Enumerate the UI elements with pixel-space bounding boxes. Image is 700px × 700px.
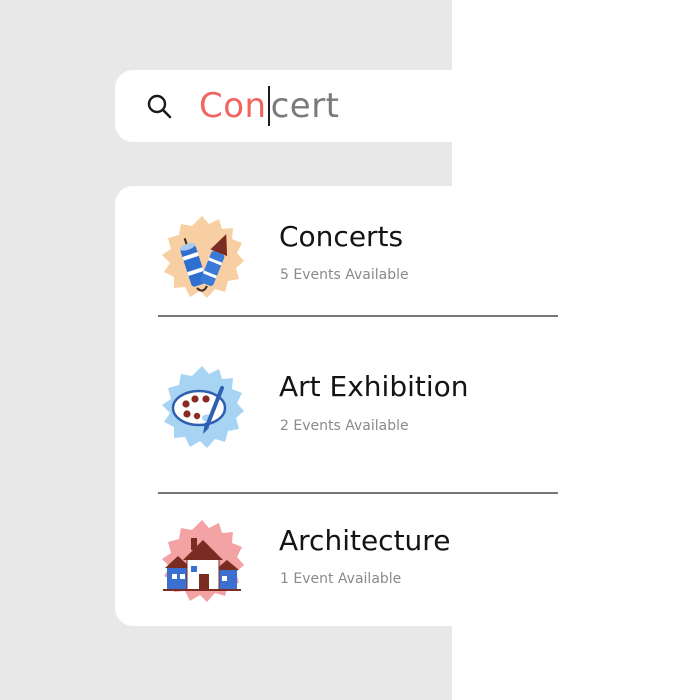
result-title: Architecture bbox=[279, 524, 451, 557]
result-event-count: 1 Event Available bbox=[280, 571, 402, 587]
search-autocomplete-suggestion: cert bbox=[270, 86, 340, 126]
result-item-art-exhibition[interactable]: Art Exhibition 2 Events Available bbox=[115, 336, 555, 466]
houses-icon bbox=[162, 520, 244, 602]
result-event-count: 2 Events Available bbox=[280, 418, 409, 434]
result-item-concerts[interactable]: Concerts 5 Events Available bbox=[115, 186, 555, 316]
search-bar[interactable]: Con cert bbox=[115, 70, 515, 142]
search-input[interactable]: Con cert bbox=[199, 84, 340, 128]
result-event-count: 5 Events Available bbox=[280, 267, 409, 283]
firework-rockets-icon bbox=[162, 216, 244, 298]
search-typed-text: Con bbox=[199, 86, 267, 126]
search-icon[interactable] bbox=[145, 92, 173, 120]
search-results-list: Concerts 5 Events Available Art Exhibiti… bbox=[115, 186, 558, 626]
result-title: Art Exhibition bbox=[279, 370, 469, 403]
text-caret bbox=[267, 86, 270, 126]
divider bbox=[158, 315, 558, 317]
result-title: Concerts bbox=[279, 220, 404, 253]
result-item-architecture[interactable]: Architecture 1 Event Available bbox=[115, 490, 555, 620]
paint-palette-icon bbox=[162, 366, 244, 448]
